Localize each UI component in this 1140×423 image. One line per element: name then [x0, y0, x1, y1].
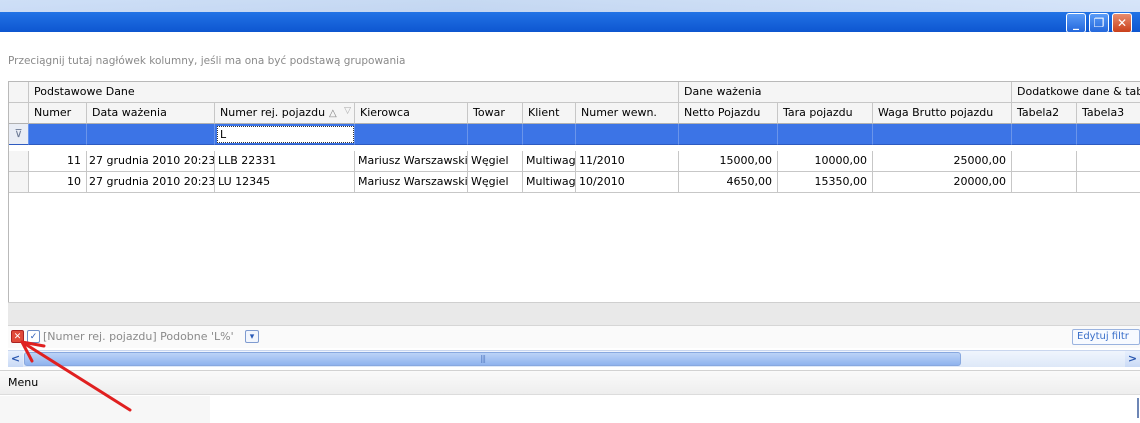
arrow-icon	[20, 340, 132, 412]
annotation-arrow	[20, 340, 132, 412]
